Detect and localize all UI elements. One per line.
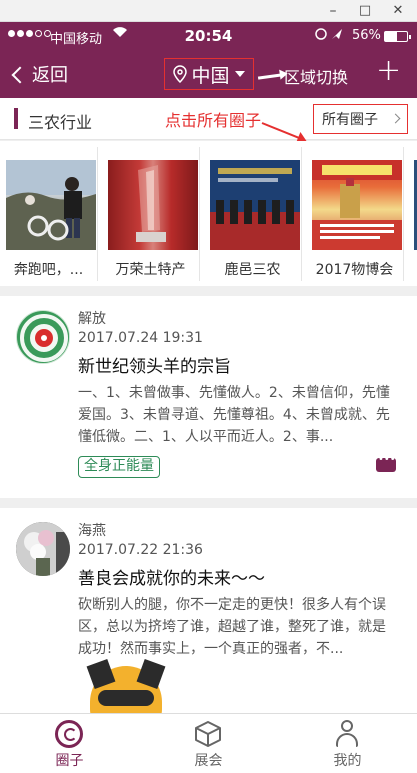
post-image[interactable]: [78, 658, 198, 713]
post-body: 砍断别人的腿，你不一定走的更快！很多人有个误区，总以为挤垮了谁，超越了谁，整死了…: [78, 597, 386, 657]
switch-hint-label: 区域切换: [284, 68, 349, 87]
all-circles-annotation: 点击所有圈子: [165, 111, 262, 130]
chevron-right-icon: [390, 113, 401, 124]
circle-card-label: 奔跑吧，...: [13, 262, 84, 278]
circle-card-label: 万荣土特产: [115, 262, 186, 278]
person-icon: [333, 720, 361, 748]
circle-card[interactable]: 奔跑吧，...: [0, 147, 98, 281]
back-label: 返回: [32, 65, 68, 86]
caret-down-icon: [234, 71, 245, 77]
circle-card[interactable]: 2017物博会: [306, 147, 404, 281]
post-date: 2017.07.22 21:36: [78, 542, 203, 558]
region-label: 中国: [191, 64, 230, 87]
all-circles-label: 所有圈子: [322, 112, 378, 128]
circle-card[interactable]: 万荣土特产: [102, 147, 200, 281]
arrow-annotation-icon: [257, 72, 283, 80]
post-author: 海燕: [78, 523, 106, 539]
circle-icon: [55, 720, 83, 748]
post-title[interactable]: 新世纪领头羊的宗旨: [78, 352, 231, 377]
window-title-bar: – □ ✕: [0, 0, 417, 22]
location-lock-icons: [315, 27, 345, 44]
section-accent-bar: [14, 108, 18, 129]
post-author: 解放: [78, 311, 106, 327]
bottom-tab-bar: 圈子 展会 我的: [0, 713, 417, 773]
tab-mine[interactable]: 我的: [278, 714, 417, 773]
circle-thumbnail: [312, 160, 402, 250]
post-tag[interactable]: 全身正能量: [78, 456, 160, 478]
circle-thumbnail: [6, 160, 96, 250]
minimize-button[interactable]: –: [324, 2, 342, 20]
circle-card[interactable]: [408, 147, 417, 281]
post-card[interactable]: 解放 2017.07.24 19:31 新世纪领头羊的宗旨 一、1、未曾做事、先…: [0, 296, 417, 498]
tab-exhibitions[interactable]: 展会: [139, 714, 278, 773]
chevron-left-icon: [11, 66, 29, 83]
circle-card[interactable]: 鹿邑三农: [204, 147, 302, 281]
battery-percent: 56%: [352, 28, 381, 43]
circle-thumbnail: [210, 160, 300, 250]
post-body: 一、1、未曾做事、先懂做人。2、未曾信仰，先懂爱国。3、未曾寻道、先懂尊祖。4、…: [78, 385, 390, 445]
box-icon: [194, 720, 222, 748]
add-button[interactable]: +: [376, 56, 401, 86]
section-title: 三农行业: [28, 113, 93, 132]
battery-icon: [384, 31, 411, 42]
post-title[interactable]: 善良会成就你的未来～～: [78, 564, 265, 589]
avatar[interactable]: [16, 522, 70, 576]
location-pin-icon: [173, 65, 188, 83]
tab-circles[interactable]: 圈子: [0, 714, 139, 773]
circle-card-label: 鹿邑三农: [224, 262, 281, 278]
avatar[interactable]: [16, 310, 70, 364]
circle-card-label: 2017物博会: [315, 262, 394, 278]
maximize-button[interactable]: □: [356, 2, 374, 20]
circle-carousel[interactable]: 奔跑吧，... 万荣土特产 鹿邑三农 2017物博会: [0, 141, 417, 286]
comment-icon[interactable]: [376, 454, 396, 472]
status-bar: 中国移动 20:54 56%: [0, 22, 417, 50]
post-card[interactable]: 海燕 2017.07.22 21:36 善良会成就你的未来～～ 砍断别人的腿，你…: [0, 508, 417, 713]
tab-label: 圈子: [55, 753, 84, 769]
tab-label: 展会: [194, 753, 223, 769]
circle-thumbnail: [108, 160, 198, 250]
region-switch-annotation: 区域切换: [257, 64, 349, 88]
tab-label: 我的: [333, 753, 362, 769]
post-date: 2017.07.24 19:31: [78, 330, 203, 346]
navigation-bar: 返回 中国 区域切换 +: [0, 50, 417, 98]
close-button[interactable]: ✕: [389, 2, 407, 20]
all-circles-button[interactable]: 所有圈子: [313, 104, 408, 134]
back-button[interactable]: 返回: [11, 61, 68, 87]
region-selector[interactable]: 中国: [164, 58, 254, 90]
